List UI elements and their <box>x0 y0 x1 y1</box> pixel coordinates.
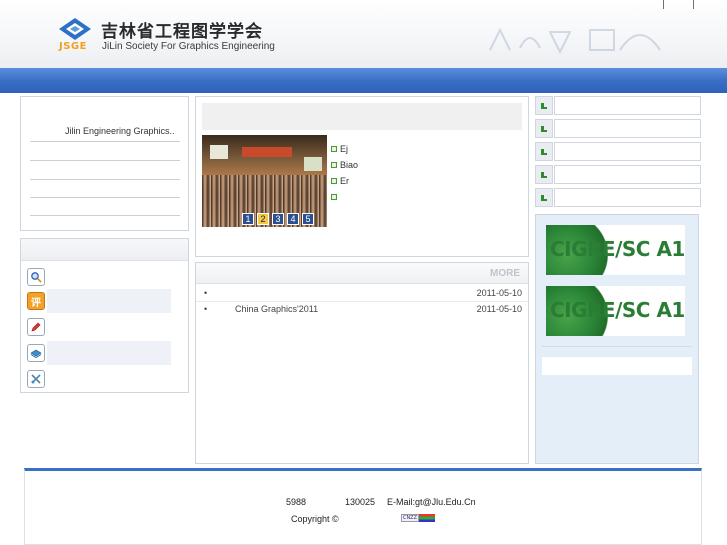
services-panel-header <box>21 239 188 261</box>
tools-icon <box>27 370 45 388</box>
slideshow-caption-list: Ej Biao Er <box>331 141 358 205</box>
news-title[interactable]: China Graphics'2011 <box>235 304 318 314</box>
divider <box>30 179 180 180</box>
menu-marker-icon <box>535 165 553 184</box>
caption-text: Er <box>340 176 349 186</box>
footer-postcode: 130025 <box>345 497 376 507</box>
site-title-cn[interactable]: 吉林省工程图学学会 <box>101 17 263 42</box>
service-item-edit[interactable] <box>27 315 171 339</box>
site-title-en: JiLin Society For Graphics Engineering <box>102 41 275 52</box>
left-intro-panel: Jilin Engineering Graphics.. <box>20 96 189 231</box>
right-menu-item[interactable] <box>535 96 701 115</box>
cigre-banner[interactable]: CIGRE/SC A1 <box>546 286 685 336</box>
caption-text: Biao <box>340 160 359 170</box>
counter-bars-icon <box>419 514 435 522</box>
main-navbar[interactable] <box>0 68 727 93</box>
photo-stage <box>242 147 292 157</box>
news-panel-header: MORE <box>196 263 528 284</box>
caption-text: Ej <box>340 144 349 154</box>
photo-screen <box>304 157 322 171</box>
site-footer: 5988 130025 E-Mail:gt@Jlu.Edu.Cn Copyrig… <box>24 468 702 545</box>
caption-item[interactable]: Er <box>331 173 358 189</box>
menu-item-box <box>554 119 701 138</box>
menu-item-box <box>554 188 701 207</box>
featured-news-panel: 1 2 3 4 5 Ej Biao Er <box>195 96 529 257</box>
links-panel: CIGRE/SC A1 CIGRE/SC A1 <box>535 214 699 464</box>
bullet-icon <box>331 162 337 168</box>
footer-code: 5988 <box>286 497 307 507</box>
magnifier-icon <box>27 268 45 286</box>
news-row[interactable]: • China Graphics'2011 2011-05-10 <box>204 302 522 318</box>
menu-marker-icon <box>535 96 553 115</box>
right-menu-item[interactable] <box>535 165 701 184</box>
left-services-panel: 评 <box>20 238 189 393</box>
caption-item[interactable]: Biao <box>331 157 358 173</box>
slide-page-button[interactable]: 1 <box>242 213 254 225</box>
item-highlight <box>47 289 171 313</box>
counter-label: CNZZ <box>401 514 419 522</box>
slideshow-pager: 1 2 3 4 5 <box>242 213 314 225</box>
pencil-icon <box>27 318 45 336</box>
caption-item[interactable] <box>331 189 358 205</box>
menu-item-box <box>554 142 701 161</box>
menu-item-box <box>554 165 701 184</box>
service-item-tools[interactable] <box>27 367 171 391</box>
news-date: 2011-05-10 <box>476 288 522 298</box>
top-links[interactable]: | | <box>662 0 707 10</box>
logo-abbreviation: JSGE <box>59 41 87 52</box>
divider <box>30 160 180 161</box>
footer-copyright: Copyright © <box>291 514 339 524</box>
bullet-icon <box>331 178 337 184</box>
review-icon: 评 <box>27 292 45 310</box>
bullet-icon <box>331 194 337 200</box>
banner-text: CIGRE/SC A1 <box>550 237 685 261</box>
cigre-banner[interactable]: CIGRE/SC A1 <box>546 225 685 275</box>
news-bullet: • <box>204 304 208 314</box>
right-menu-item[interactable] <box>535 119 701 138</box>
book-icon <box>27 344 45 362</box>
news-row[interactable]: • 2011-05-10 <box>204 286 522 302</box>
slide-page-button[interactable]: 4 <box>287 213 299 225</box>
banner-text: CIGRE/SC A1 <box>550 298 685 322</box>
service-item-library[interactable] <box>27 341 171 365</box>
header-decoration-graphic <box>489 27 661 55</box>
slide-page-button[interactable]: 5 <box>302 213 314 225</box>
menu-marker-icon <box>535 142 553 161</box>
links-box[interactable] <box>542 357 692 375</box>
featured-title-bar <box>202 103 522 130</box>
footer-email[interactable]: E-Mail:gt@Jlu.Edu.Cn <box>387 497 476 507</box>
site-header: JSGE 吉林省工程图学学会 JiLin Society For Graphic… <box>0 0 727 68</box>
divider <box>30 215 180 216</box>
service-item-search[interactable] <box>27 265 171 289</box>
divider <box>542 346 692 347</box>
menu-item-box <box>554 96 701 115</box>
right-menu-item[interactable] <box>535 142 701 161</box>
news-bullet: • <box>204 288 208 298</box>
slide-page-button[interactable]: 3 <box>272 213 284 225</box>
news-list-panel: MORE • 2011-05-10 • China Graphics'2011 … <box>195 262 529 464</box>
item-highlight <box>47 341 171 365</box>
divider <box>30 197 180 198</box>
photo-screen <box>210 145 228 159</box>
slide-page-button-active[interactable]: 2 <box>257 213 269 225</box>
intro-title[interactable]: Jilin Engineering Graphics.. <box>65 126 175 136</box>
service-item-review[interactable]: 评 <box>27 289 171 313</box>
menu-marker-icon <box>535 119 553 138</box>
logo-mark-icon[interactable] <box>58 17 92 41</box>
news-date: 2011-05-10 <box>476 304 522 314</box>
right-menu-item[interactable] <box>535 188 701 207</box>
caption-item[interactable]: Ej <box>331 141 358 157</box>
bullet-icon <box>331 146 337 152</box>
site-counter-badge[interactable]: CNZZ <box>401 514 437 522</box>
more-link[interactable]: MORE <box>490 268 520 279</box>
menu-marker-icon <box>535 188 553 207</box>
divider <box>30 141 180 142</box>
